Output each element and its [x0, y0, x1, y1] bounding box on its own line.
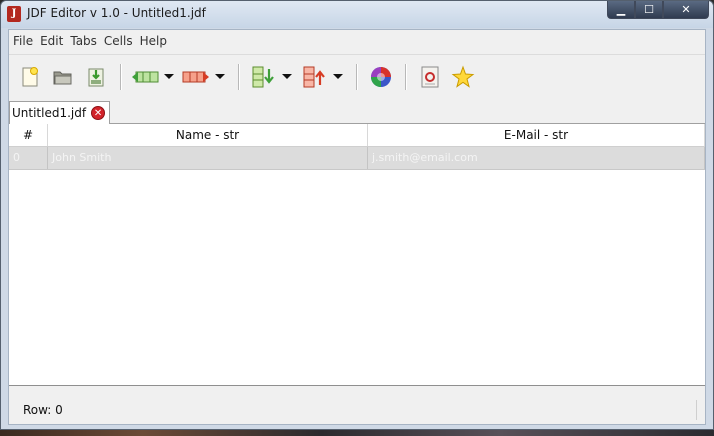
document-settings-icon [421, 66, 439, 87]
tab-label: Untitled1.jdf [12, 106, 87, 120]
insert-row-left-icon [132, 71, 159, 82]
insert-row-right-icon [182, 71, 209, 82]
client-area: File Edit Tabs Cells Help Untitled1.jdf … [8, 29, 706, 425]
table-row[interactable]: 0 John Smith j.smith@email.com [9, 147, 705, 170]
close-tab-icon[interactable]: ✕ [91, 106, 106, 120]
menu-cells[interactable]: Cells [104, 34, 133, 48]
refresh-icon [371, 66, 391, 87]
favorite-button[interactable] [448, 62, 478, 92]
menu-edit[interactable]: Edit [40, 34, 63, 48]
toolbar [9, 54, 705, 98]
insert-column-down-dropdown[interactable] [281, 62, 293, 92]
status-bar: Row: 0 [9, 392, 705, 424]
insert-column-up-dropdown[interactable] [332, 62, 344, 92]
insert-column-up-icon [303, 66, 325, 87]
toolbar-separator [356, 63, 358, 90]
insert-column-up-button[interactable] [299, 62, 329, 92]
jdf-app-icon[interactable]: J [7, 6, 21, 22]
open-file-button[interactable] [48, 62, 78, 92]
save-icon [88, 68, 104, 86]
insert-row-left-button[interactable] [130, 62, 160, 92]
refresh-button[interactable] [366, 62, 396, 92]
toolbar-separator [405, 63, 407, 90]
data-table: # Name - str E-Mail - str 0 John Smith j… [9, 124, 705, 386]
close-button[interactable]: ✕ [663, 1, 709, 19]
insert-row-right-dropdown[interactable] [214, 62, 226, 92]
cell-index[interactable]: 0 [9, 147, 48, 169]
column-header-name[interactable]: Name - str [48, 124, 368, 146]
cell-name[interactable]: John Smith [48, 147, 368, 169]
open-folder-icon [53, 71, 72, 84]
app-window: J JDF Editor v 1.0 - Untitled1.jdf ▁ ☐ ✕… [0, 0, 714, 430]
tab-strip: Untitled1.jdf ✕ [9, 100, 705, 124]
save-button[interactable] [81, 62, 111, 92]
window-title: JDF Editor v 1.0 - Untitled1.jdf [27, 6, 206, 20]
menu-help[interactable]: Help [140, 34, 167, 48]
insert-row-left-dropdown[interactable] [163, 62, 175, 92]
star-icon [451, 65, 475, 88]
document-settings-button[interactable] [415, 62, 445, 92]
cell-email[interactable]: j.smith@email.com [368, 147, 705, 169]
menu-tabs[interactable]: Tabs [70, 34, 97, 48]
status-text: Row: 0 [15, 400, 697, 420]
minimize-button[interactable]: ▁ [607, 1, 635, 19]
new-file-button[interactable] [15, 62, 45, 92]
column-header-index[interactable]: # [9, 124, 48, 146]
title-bar[interactable]: J JDF Editor v 1.0 - Untitled1.jdf ▁ ☐ ✕ [1, 1, 713, 28]
menu-bar: File Edit Tabs Cells Help [9, 30, 705, 52]
new-file-icon [22, 66, 38, 86]
insert-column-down-icon [252, 66, 274, 87]
toolbar-separator [120, 63, 122, 90]
column-header-email[interactable]: E-Mail - str [368, 124, 705, 146]
insert-column-down-button[interactable] [248, 62, 278, 92]
maximize-button[interactable]: ☐ [635, 1, 663, 19]
menu-file[interactable]: File [13, 34, 33, 48]
toolbar-separator [238, 63, 240, 90]
insert-row-right-button[interactable] [181, 62, 211, 92]
window-controls: ▁ ☐ ✕ [607, 1, 709, 20]
table-header: # Name - str E-Mail - str [9, 124, 705, 147]
tab-untitled1[interactable]: Untitled1.jdf ✕ [9, 101, 111, 124]
